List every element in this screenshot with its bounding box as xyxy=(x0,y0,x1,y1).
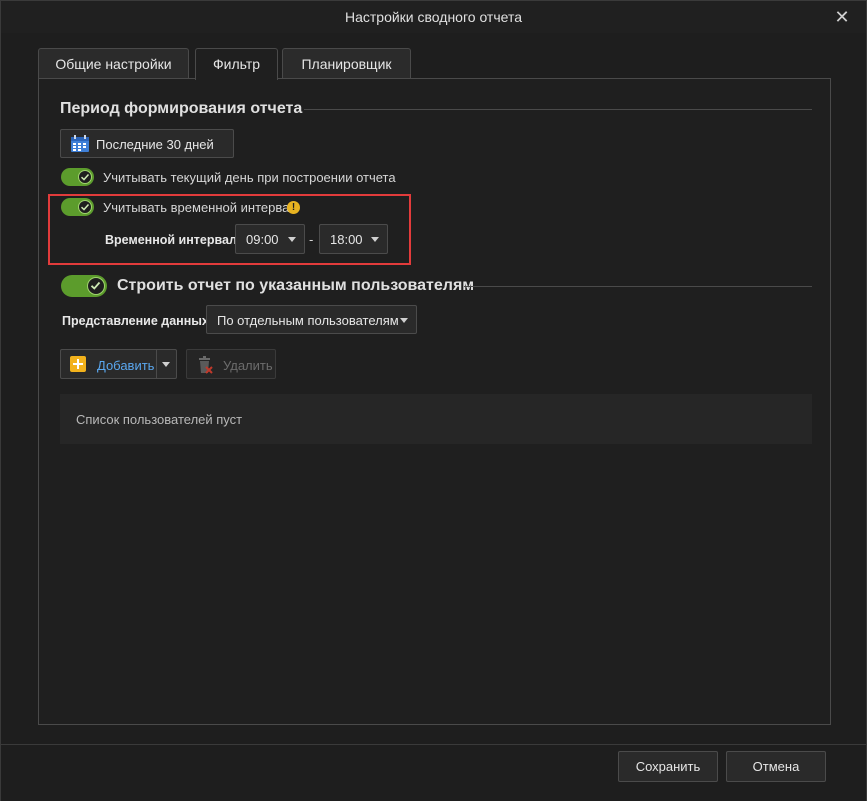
time-to-value: 18:00 xyxy=(330,232,363,247)
trash-icon xyxy=(199,356,213,374)
section-divider xyxy=(464,286,812,287)
chevron-down-icon[interactable] xyxy=(162,362,170,367)
save-button[interactable]: Сохранить xyxy=(618,751,718,782)
close-button[interactable]: ✕ xyxy=(832,7,852,27)
time-range-label: Временной интервал: xyxy=(105,233,242,247)
add-user-button[interactable]: Добавить xyxy=(60,349,177,379)
check-icon xyxy=(90,281,101,290)
dialog-footer: Сохранить Отмена xyxy=(1,744,866,801)
delete-button-label: Удалить xyxy=(223,358,273,373)
split-button-divider xyxy=(156,350,157,378)
warning-icon[interactable]: ! xyxy=(287,201,300,214)
period-select-button[interactable]: Последние 30 дней xyxy=(60,129,234,158)
chevron-down-icon xyxy=(288,237,296,242)
check-icon xyxy=(80,173,90,181)
include-today-label: Учитывать текущий день при построении от… xyxy=(103,170,396,185)
time-range-separator: - xyxy=(309,232,314,247)
chevron-down-icon xyxy=(400,318,408,323)
cancel-button[interactable]: Отмена xyxy=(726,751,826,782)
include-today-toggle[interactable] xyxy=(61,168,94,186)
close-icon: ✕ xyxy=(834,7,850,27)
check-icon xyxy=(80,203,90,211)
chevron-down-icon xyxy=(371,237,379,242)
filter-panel: Период формирования отчета Последние 30 … xyxy=(38,78,831,725)
settings-dialog: Настройки сводного отчета ✕ Общие настро… xyxy=(0,0,867,801)
tab-scheduler[interactable]: Планировщик xyxy=(282,48,411,79)
delete-user-button[interactable]: Удалить xyxy=(186,349,276,379)
period-button-label: Последние 30 дней xyxy=(96,137,214,152)
calendar-icon xyxy=(71,135,89,152)
section-divider xyxy=(304,109,812,110)
time-from-select[interactable]: 09:00 xyxy=(235,224,305,254)
empty-list-message: Список пользователей пуст xyxy=(76,412,243,427)
data-view-select[interactable]: По отдельным пользователям xyxy=(206,305,417,334)
time-interval-label: Учитывать временной интервал xyxy=(103,200,297,215)
toggle-knob xyxy=(78,200,92,214)
period-section-title: Период формирования отчета xyxy=(60,100,303,117)
tab-filter[interactable]: Фильтр xyxy=(195,48,278,80)
add-button-label: Добавить xyxy=(97,358,155,373)
data-view-value: По отдельным пользователям xyxy=(217,313,399,328)
title-bar: Настройки сводного отчета ✕ xyxy=(1,1,866,33)
users-section-title: Строить отчет по указанным пользователям xyxy=(117,277,475,294)
data-view-label: Представление данных: xyxy=(62,314,214,328)
window-title: Настройки сводного отчета xyxy=(344,9,522,25)
toggle-knob xyxy=(78,170,92,184)
toggle-knob xyxy=(87,277,105,295)
user-list[interactable]: Список пользователей пуст xyxy=(60,394,812,444)
tab-general-settings[interactable]: Общие настройки xyxy=(38,48,189,79)
time-to-select[interactable]: 18:00 xyxy=(319,224,388,254)
users-filter-toggle[interactable] xyxy=(61,275,107,297)
plus-icon xyxy=(70,356,86,372)
time-interval-toggle[interactable] xyxy=(61,198,94,216)
time-from-value: 09:00 xyxy=(246,232,279,247)
